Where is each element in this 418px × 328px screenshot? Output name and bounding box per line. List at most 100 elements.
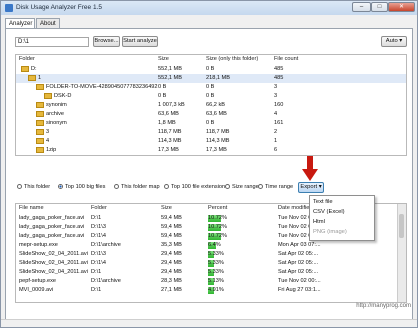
tree-size: 1,8 MB — [158, 120, 176, 126]
file-folder: D:\1\4 — [91, 260, 106, 266]
tree-count: 3 — [274, 93, 278, 99]
file-percent: 5.13% — [208, 278, 224, 284]
menu-item-html[interactable]: Html — [313, 217, 325, 227]
file-name: mepr-setup.exe — [19, 242, 58, 248]
tree-node-label: DSK-D — [54, 93, 72, 99]
tree-count: 3 — [274, 84, 278, 90]
column-header-file-name[interactable]: File name — [19, 204, 44, 213]
tree-row[interactable]: FOLDER-TO-MOVE-4289045077783236492 0 B 0… — [16, 83, 406, 92]
tree-row[interactable]: sinonym 1,8 MB 0 B 161 — [16, 119, 406, 128]
table-row[interactable]: SlideShow_02_04_2011.avi D:\1\3 29,4 MB … — [16, 250, 398, 259]
table-row[interactable]: pepf-setup.exe D:\1\archive 28,3 MB 5.13… — [16, 277, 398, 286]
file-folder: D:\1\3 — [91, 224, 106, 230]
table-row[interactable]: MVI_0009.avi D:\1 27,1 MB 4.91% Fri Aug … — [16, 286, 398, 295]
option-this-folder-map[interactable]: This folder map — [114, 183, 160, 192]
folder-icon — [36, 101, 44, 108]
tree-row[interactable]: archive 63,6 MB 63,6 MB 4 — [16, 110, 406, 119]
menu-item-text-file[interactable]: Text file — [313, 197, 333, 207]
tree-node-name: 1 — [28, 74, 41, 83]
tree-node-label: 1zip — [46, 147, 57, 153]
option-top100-extension[interactable]: Top 100 file extension — [164, 183, 225, 192]
column-header-folder[interactable]: Folder — [91, 204, 107, 213]
column-header-size[interactable]: Size — [161, 204, 172, 213]
tab-about[interactable]: About — [36, 18, 60, 28]
column-header-date[interactable]: Date modified — [278, 204, 313, 213]
tree-row[interactable]: 3 118,7 MB 118,7 MB 2 — [16, 128, 406, 137]
option-label: Top 100 big files — [65, 184, 106, 190]
maximize-button[interactable]: □ — [371, 2, 388, 12]
tree-size: 0 B — [158, 84, 167, 90]
folder-icon — [36, 110, 44, 117]
column-header-percent[interactable]: Percent — [208, 204, 227, 213]
scrollbar-thumb[interactable] — [399, 214, 404, 238]
menu-item-csv[interactable]: CSV (Excel) — [313, 207, 345, 217]
tree-node-label: 4 — [46, 138, 50, 144]
path-input[interactable]: D:\1 — [15, 37, 89, 47]
radio-icon[interactable] — [225, 184, 230, 190]
file-percent: 5.33% — [208, 260, 224, 266]
browse-button[interactable]: Browse... — [93, 36, 120, 47]
file-date: Sat Apr 02 05:... — [278, 251, 319, 257]
tree-row[interactable]: 4 114,3 MB 114,3 MB 1 — [16, 137, 406, 146]
table-row[interactable]: SlideShow_02_04_2011.avi D:\1\4 29,4 MB … — [16, 259, 398, 268]
tree-count: 2 — [274, 129, 278, 135]
tree-size: 0 B — [158, 93, 167, 99]
file-percent: 10.72% — [208, 224, 227, 230]
tree-size: 118,7 MB — [158, 129, 182, 135]
radio-icon[interactable] — [114, 184, 119, 190]
file-name: SlideShow_02_04_2011.avi — [19, 260, 88, 266]
menu-item-png[interactable]: PNG (image) — [313, 227, 347, 237]
radio-icon[interactable] — [164, 184, 169, 190]
close-button[interactable]: ✕ — [388, 2, 415, 12]
option-top100-big-files[interactable]: Top 100 big files — [58, 183, 105, 192]
export-button[interactable]: Export ▾ — [298, 182, 324, 193]
table-row[interactable]: SlideShow_02_04_2011.avi D:\1 29,4 MB 5.… — [16, 268, 398, 277]
vertical-scrollbar[interactable] — [397, 204, 406, 302]
tree-node-label: FOLDER-TO-MOVE-4289045077783236492 — [46, 84, 158, 90]
tree-row[interactable]: 1 552,1 MB 218,1 MB 485 — [16, 74, 406, 83]
tree-node-name: archive — [36, 110, 64, 119]
radio-icon[interactable] — [258, 184, 263, 190]
tree-own-size: 118,7 MB — [206, 129, 230, 135]
file-percent: 5.33% — [208, 251, 224, 257]
tree-count: 4 — [274, 111, 278, 117]
file-percent: 10.72% — [208, 233, 227, 239]
tree-node-label: 3 — [46, 129, 50, 135]
tree-own-size: 17,3 MB — [206, 147, 227, 153]
column-header-file-count[interactable]: File count — [274, 55, 298, 64]
tree-node-label: D: — [31, 66, 37, 72]
option-time-range[interactable]: Time range — [258, 183, 293, 192]
tree-own-size: 63,6 MB — [206, 111, 227, 117]
column-header-own-size[interactable]: Size (only this folder) — [206, 55, 258, 64]
file-name: pepf-setup.exe — [19, 278, 57, 284]
tree-count: 485 — [274, 66, 284, 72]
tree-row[interactable]: D: 552,1 MB 0 B 485 — [16, 65, 406, 74]
file-name: SlideShow_02_04_2011.avi — [19, 251, 88, 257]
minimize-button[interactable]: – — [352, 2, 371, 12]
folder-icon — [36, 83, 44, 90]
radio-selected-icon[interactable] — [58, 184, 63, 190]
start-analyze-button[interactable]: Start analyze — [122, 36, 158, 47]
tree-own-size: 0 B — [206, 84, 215, 90]
column-header-size[interactable]: Size — [158, 55, 169, 64]
tree-row[interactable]: synonim 1 007,3 kB 66,2 kB 160 — [16, 101, 406, 110]
file-size: 29,4 MB — [161, 269, 182, 275]
option-size-range[interactable]: Size range — [225, 183, 259, 192]
folder-icon — [28, 74, 36, 81]
folder-icon — [44, 92, 52, 99]
drive-icon — [21, 65, 29, 72]
tree-node-name: 1zip — [36, 146, 56, 155]
tree-node-label: sinonym — [46, 120, 67, 126]
tree-size: 17,3 MB — [158, 147, 179, 153]
file-date: Tue Nov 02 0 — [278, 224, 312, 230]
radio-icon[interactable] — [17, 184, 22, 190]
file-size: 28,3 MB — [161, 278, 182, 284]
option-this-folder[interactable]: This folder — [17, 183, 50, 192]
tree-row[interactable]: DSK-D 0 B 0 B 3 — [16, 92, 406, 101]
column-header-folder[interactable]: Folder — [19, 55, 35, 64]
tree-node-name: sinonym — [36, 119, 67, 128]
tree-row[interactable]: 1zip 17,3 MB 17,3 MB 6 — [16, 146, 406, 155]
auto-dropdown[interactable]: Auto ▾ — [381, 36, 407, 47]
file-percent: 5.33% — [208, 269, 224, 275]
table-row[interactable]: mepr-setup.exe D:\1\archive 35,3 MB 6.4%… — [16, 241, 398, 250]
